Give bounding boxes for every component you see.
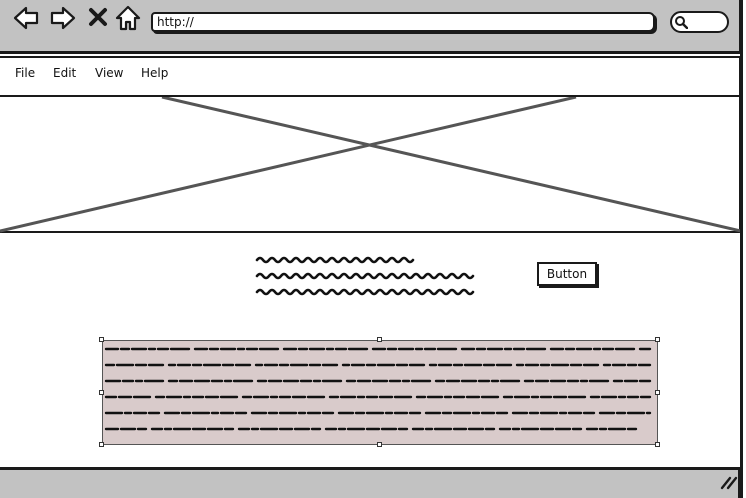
menu-help[interactable]: Help bbox=[141, 66, 168, 80]
text-area-scribbles bbox=[104, 347, 652, 431]
menu-file[interactable]: File bbox=[15, 66, 35, 80]
address-bar-text: http:// bbox=[157, 15, 194, 29]
image-placeholder-cross bbox=[0, 97, 741, 233]
window-frame-right bbox=[740, 0, 743, 498]
search-icon bbox=[675, 16, 688, 29]
menu-view[interactable]: View bbox=[95, 66, 123, 80]
scribble-paragraph bbox=[255, 256, 475, 296]
action-button[interactable]: Button bbox=[537, 262, 597, 286]
home-icon[interactable] bbox=[114, 4, 142, 32]
selection-handle-bottom-left[interactable] bbox=[99, 442, 104, 447]
status-bar bbox=[0, 467, 741, 498]
resize-grip-icon[interactable] bbox=[718, 474, 738, 490]
selection-handle-bottom-right[interactable] bbox=[655, 442, 660, 447]
selection-handle-middle-left[interactable] bbox=[99, 390, 104, 395]
menu-edit[interactable]: Edit bbox=[53, 66, 76, 80]
address-bar[interactable]: http:// bbox=[151, 12, 655, 32]
close-x-icon[interactable] bbox=[87, 6, 109, 28]
selection-handle-top-center[interactable] bbox=[377, 337, 382, 342]
selection-handle-bottom-center[interactable] bbox=[377, 442, 382, 447]
selection-handle-top-left[interactable] bbox=[99, 337, 104, 342]
forward-arrow-icon[interactable] bbox=[49, 4, 77, 32]
selection-handle-top-right[interactable] bbox=[655, 337, 660, 342]
back-arrow-icon[interactable] bbox=[12, 4, 40, 32]
action-button-label: Button bbox=[546, 267, 588, 281]
selection-handle-middle-right[interactable] bbox=[655, 390, 660, 395]
